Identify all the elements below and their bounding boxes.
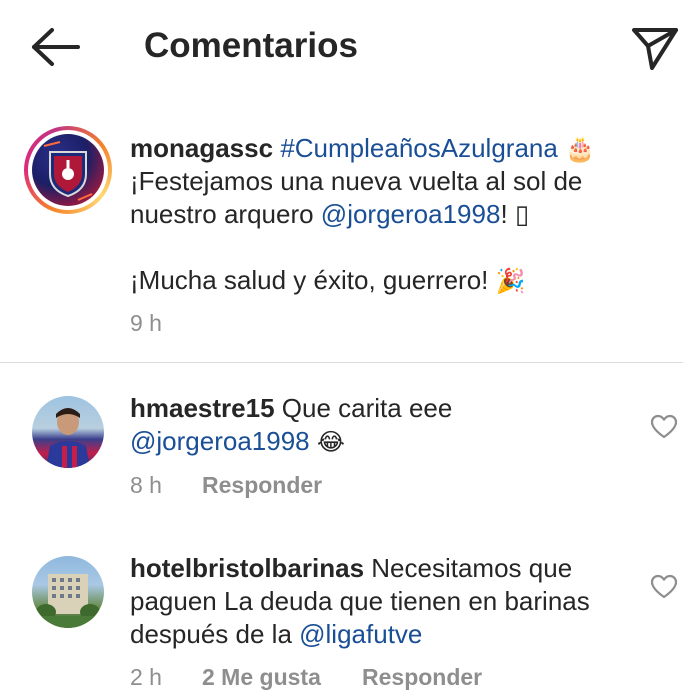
caption-username[interactable]: monagassc: [130, 133, 273, 163]
comment-username[interactable]: hotelbristolbarinas: [130, 553, 364, 583]
caption-line-3: nuestro arquero @jorgeroa1998! ▯: [130, 199, 530, 229]
club-crest-icon: [43, 141, 93, 201]
like-button[interactable]: [650, 574, 678, 600]
post-caption: monagassc #CumpleañosAzulgrana 🎂 ¡Festej…: [0, 120, 683, 362]
comment-username[interactable]: hmaestre15: [130, 393, 275, 423]
divider: [0, 362, 683, 363]
avatar[interactable]: [32, 556, 104, 628]
avatar[interactable]: [32, 396, 104, 468]
reply-button[interactable]: Responder: [362, 664, 482, 691]
likes-count-button[interactable]: 2 Me gusta: [202, 664, 321, 691]
story-ring[interactable]: [24, 126, 112, 214]
mention-link[interactable]: @jorgeroa1998: [130, 426, 310, 456]
comment-line-3: después de la @ligafutve: [130, 619, 423, 649]
user-photo: [46, 408, 90, 468]
comment-time: 2 h: [130, 664, 162, 690]
heart-icon: [650, 574, 678, 599]
arrow-left-icon: [32, 28, 80, 66]
caption-line-4: ¡Mucha salud y éxito, guerrero! 🎉: [130, 265, 526, 295]
share-button[interactable]: [630, 24, 680, 72]
caption-line-2: ¡Festejamos una nueva vuelta al sol de: [130, 166, 583, 196]
heart-icon: [650, 414, 678, 439]
comments-screen: Comentarios monagassc #CumpleañosAzulgra…: [0, 0, 683, 692]
mention-link[interactable]: @jorgeroa1998: [321, 199, 501, 229]
comment-line-1: hmaestre15 Que carita eee: [130, 393, 453, 423]
party-emoji: 🎉: [495, 268, 526, 295]
comment-line-1: hotelbristolbarinas Necesitamos que: [130, 553, 573, 583]
paper-plane-icon: [632, 28, 678, 70]
avatar: [32, 134, 104, 206]
mention-link[interactable]: @ligafutve: [299, 619, 422, 649]
reply-button[interactable]: Responder: [202, 472, 322, 499]
header: Comentarios: [0, 0, 683, 92]
back-button[interactable]: [28, 26, 82, 68]
laughing-emoji: 😂: [316, 429, 345, 456]
missing-glyph: ▯: [514, 199, 530, 229]
hashtag-link[interactable]: #CumpleañosAzulgrana: [280, 133, 558, 163]
caption-time: 9 h: [130, 310, 162, 336]
caption-line-1: monagassc #CumpleañosAzulgrana 🎂: [130, 132, 660, 165]
cake-emoji: 🎂: [565, 136, 595, 163]
page-title: Comentarios: [144, 26, 358, 65]
comment-line-2: paguen La deuda que tienen en barinas: [130, 586, 590, 616]
comment-time: 8 h: [130, 472, 162, 498]
comment-line-2: @jorgeroa1998 😂: [130, 425, 660, 458]
like-button[interactable]: [650, 414, 678, 440]
hotel-photo: [32, 574, 104, 628]
